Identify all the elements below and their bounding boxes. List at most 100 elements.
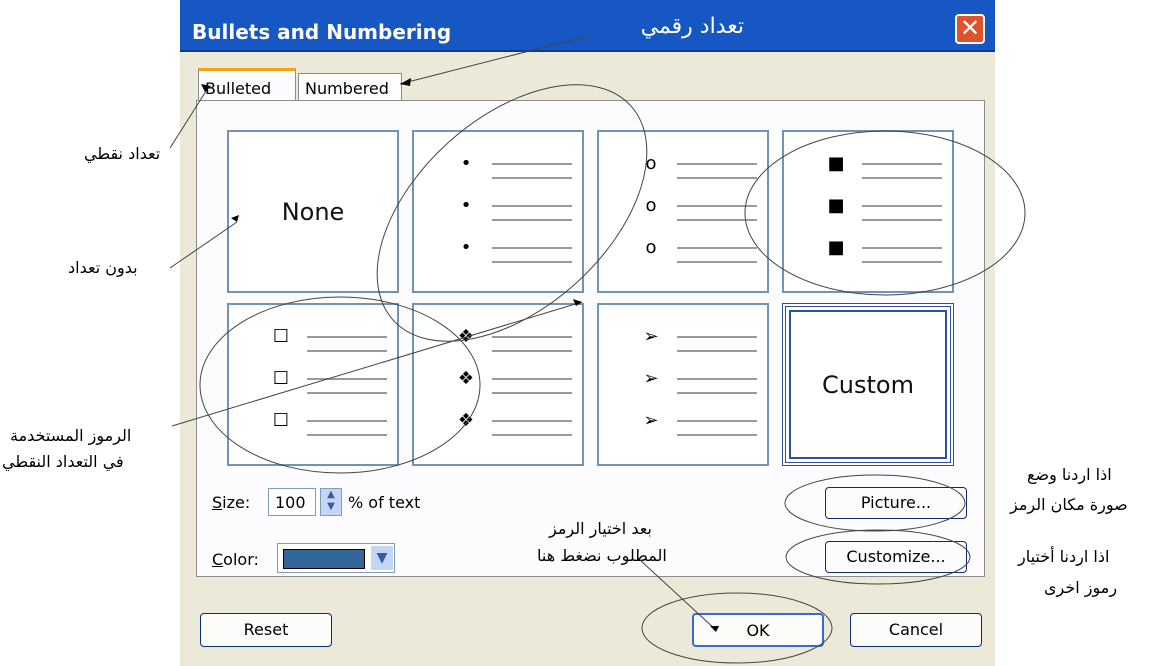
preview-line <box>492 261 572 263</box>
bullet-preview-row: ❖ <box>414 368 582 394</box>
bullet-preview-row: ❖ <box>414 326 582 352</box>
bullets-numbering-dialog: Bullets and Numbering ✕ Bulleted Numbere… <box>180 0 995 666</box>
bullet-preview-row: • <box>414 153 582 179</box>
preview-line <box>677 163 757 165</box>
annotation-customize-1: اذا اردنا أختيار <box>1018 547 1110 566</box>
dialog-title: Bullets and Numbering <box>192 20 452 44</box>
bullet-preview-row: o <box>599 195 767 221</box>
hollow-square-icon: ☐ <box>272 326 290 347</box>
preview-line <box>492 392 572 394</box>
none-label: None <box>281 197 345 226</box>
preview-line <box>307 378 387 380</box>
ok-button[interactable]: OK <box>692 613 824 647</box>
tab-bulleted[interactable]: Bulleted <box>198 68 296 102</box>
close-icon: ✕ <box>959 14 981 42</box>
preview-line <box>677 392 757 394</box>
preview-line <box>677 378 757 380</box>
dot-icon: • <box>460 237 472 258</box>
bullet-style-arrowhead[interactable]: ➢ ➢ ➢ <box>597 303 769 466</box>
size-spinner[interactable]: ▲ ▼ <box>320 488 342 516</box>
bullet-preview-row: ■ <box>784 153 952 179</box>
hollow-square-icon: ☐ <box>272 410 290 431</box>
preview-line <box>492 420 572 422</box>
annotation-bulleted-tab: تعداد نقطي <box>84 144 161 163</box>
circle-icon: o <box>645 153 657 174</box>
cancel-button[interactable]: Cancel <box>850 613 982 647</box>
dot-icon: • <box>460 195 472 216</box>
four-diamond-icon: ❖ <box>457 326 475 347</box>
arrowhead-icon: ➢ <box>643 410 659 431</box>
preview-line <box>492 350 572 352</box>
square-icon: ■ <box>827 195 845 216</box>
preview-line <box>677 261 757 263</box>
bullet-style-circle[interactable]: ooo <box>597 130 769 293</box>
bullet-style-four-diamond[interactable]: ❖ ❖ ❖ <box>412 303 584 466</box>
tab-numbered[interactable]: Numbered <box>298 73 402 102</box>
bullet-style-dot[interactable]: • • • <box>412 130 584 293</box>
bullet-preview-row: ■ <box>784 195 952 221</box>
preview-line <box>677 177 757 179</box>
arrowhead-icon: ➢ <box>643 368 659 389</box>
preview-line <box>677 350 757 352</box>
annotation-customize-2: رموز اخرى <box>1044 578 1118 597</box>
preview-line <box>862 163 942 165</box>
bullet-style-custom[interactable]: Custom <box>782 303 954 466</box>
preview-line <box>677 336 757 338</box>
bullet-style-square[interactable]: ■ ■ ■ <box>782 130 954 293</box>
annotation-picture-1: اذا اردنا وضع <box>1027 465 1112 484</box>
customize-button[interactable]: Customize... <box>825 541 967 573</box>
preview-line <box>492 177 572 179</box>
reset-button[interactable]: Reset <box>200 613 332 647</box>
preview-line <box>862 247 942 249</box>
preview-line <box>677 420 757 422</box>
title-bar: Bullets and Numbering ✕ <box>180 0 995 52</box>
square-icon: ■ <box>827 153 845 174</box>
size-value: 100 <box>275 493 306 512</box>
color-label: Color: <box>212 550 259 569</box>
size-input[interactable]: 100 <box>268 488 316 516</box>
bullet-style-none[interactable]: None <box>227 130 399 293</box>
color-swatch <box>283 549 365 569</box>
annotation-picture-2: صورة مكان الرمز <box>1010 495 1128 514</box>
preview-line <box>492 378 572 380</box>
picture-button[interactable]: Picture... <box>825 487 967 519</box>
preview-line <box>492 434 572 436</box>
tab-bulleted-label: Bulleted <box>205 79 272 98</box>
preview-line <box>492 163 572 165</box>
preview-line <box>677 247 757 249</box>
bullet-preview-row: • <box>414 195 582 221</box>
preview-line <box>492 336 572 338</box>
bullet-preview-row: ☐ <box>229 410 397 436</box>
preview-line <box>862 177 942 179</box>
color-picker[interactable]: ▼ <box>277 543 395 573</box>
four-diamond-icon: ❖ <box>457 410 475 431</box>
preview-line <box>492 205 572 207</box>
bullet-preview-row: ☐ <box>229 369 397 394</box>
chevron-down-icon[interactable]: ▼ <box>371 546 393 570</box>
preview-line <box>862 219 942 221</box>
circle-icon: o <box>645 195 657 216</box>
arrowhead-icon: ➢ <box>643 326 659 347</box>
preview-line <box>492 219 572 221</box>
square-icon: ■ <box>827 237 845 258</box>
preview-line <box>307 350 387 352</box>
dot-icon: • <box>460 153 472 174</box>
close-button[interactable]: ✕ <box>955 14 985 44</box>
bullet-style-hollow-square[interactable]: ☐ ☐ ☐ <box>227 303 399 466</box>
preview-line <box>862 261 942 263</box>
size-suffix: % of text <box>348 493 421 512</box>
bullet-preview-row: ➢ <box>599 326 767 352</box>
annotation-numbered-tab: تعداد رقمي <box>640 14 744 39</box>
bullet-preview-row: o <box>599 153 767 179</box>
preview-line <box>307 434 387 436</box>
bullet-preview-row: ■ <box>784 237 952 263</box>
preview-line <box>492 247 572 249</box>
four-diamond-icon: ❖ <box>457 368 475 389</box>
preview-line <box>307 336 387 338</box>
annotation-after-select-1: بعد اختيار الرمز <box>549 519 652 538</box>
size-label: Size: <box>212 493 251 512</box>
bullet-preview-row: • <box>414 237 582 263</box>
bullet-preview-row: ➢ <box>599 368 767 394</box>
custom-label: Custom <box>822 370 914 399</box>
annotation-after-select-2: المطلوب نضغط هنا <box>537 546 667 565</box>
